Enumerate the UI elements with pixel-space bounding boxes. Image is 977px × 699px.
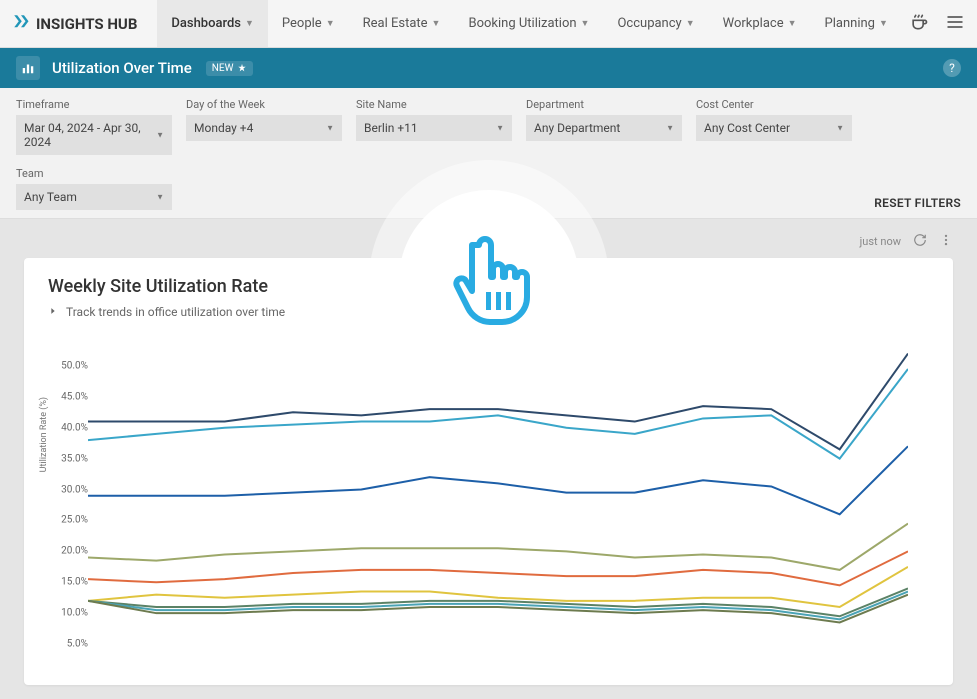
filter-label: Cost Center bbox=[696, 98, 852, 111]
chart-area: Utilization Rate (%) 50.0%45.0%40.0%35.0… bbox=[48, 335, 929, 675]
chevron-right-icon bbox=[48, 305, 58, 319]
y-tick: 15.0% bbox=[61, 577, 88, 588]
nav-item-occupancy[interactable]: Occupancy▼ bbox=[603, 0, 708, 47]
coffee-icon[interactable] bbox=[909, 12, 929, 36]
series-line[interactable] bbox=[88, 446, 908, 514]
top-nav: INSIGHTS HUB Dashboards▼People▼Real Esta… bbox=[0, 0, 977, 48]
filter-site-name: Site Name Berlin +11 bbox=[356, 98, 512, 155]
filter-label: Department bbox=[526, 98, 682, 111]
more-icon[interactable] bbox=[939, 233, 953, 250]
chart-title: Weekly Site Utilization Rate bbox=[48, 276, 929, 297]
filter-label: Site Name bbox=[356, 98, 512, 111]
filter-cost-center: Cost Center Any Cost Center bbox=[696, 98, 852, 155]
nav-item-dashboards[interactable]: Dashboards▼ bbox=[157, 0, 268, 47]
brand-name: INSIGHTS HUB bbox=[36, 15, 137, 33]
nav-item-real-estate[interactable]: Real Estate▼ bbox=[349, 0, 455, 47]
reset-filters-button[interactable]: RESET FILTERS bbox=[874, 196, 961, 210]
nav-items: Dashboards▼People▼Real Estate▼Booking Ut… bbox=[157, 0, 902, 47]
filter-select[interactable]: Mar 04, 2024 - Apr 30, 2024 bbox=[16, 115, 172, 155]
filter-label: Team bbox=[16, 167, 172, 180]
filter-team: Team Any Team bbox=[16, 167, 172, 210]
y-axis-label: Utilization Rate (%) bbox=[39, 397, 49, 472]
y-tick: 30.0% bbox=[61, 484, 88, 495]
chart-meta: just now bbox=[24, 233, 953, 250]
title-bar: Utilization Over Time NEW ? bbox=[0, 48, 977, 88]
help-icon[interactable]: ? bbox=[943, 59, 961, 77]
y-tick: 5.0% bbox=[67, 639, 88, 650]
nav-item-workplace[interactable]: Workplace▼ bbox=[709, 0, 811, 47]
updated-text: just now bbox=[860, 235, 901, 248]
filters-bar: Timeframe Mar 04, 2024 - Apr 30, 2024 Day … bbox=[0, 88, 977, 219]
nav-item-people[interactable]: People▼ bbox=[268, 0, 349, 47]
refresh-icon[interactable] bbox=[913, 233, 927, 250]
filter-select[interactable]: Any Team bbox=[16, 184, 172, 210]
filter-select[interactable]: Berlin +11 bbox=[356, 115, 512, 141]
filter-timeframe: Timeframe Mar 04, 2024 - Apr 30, 2024 bbox=[16, 98, 172, 155]
filter-day-of-the-week: Day of the Week Monday +4 bbox=[186, 98, 342, 155]
chart-card: Weekly Site Utilization Rate Track trend… bbox=[24, 258, 953, 685]
nav-right bbox=[909, 12, 965, 36]
y-tick: 40.0% bbox=[61, 422, 88, 433]
filter-select[interactable]: Any Department bbox=[526, 115, 682, 141]
y-tick: 20.0% bbox=[61, 546, 88, 557]
filter-select[interactable]: Any Cost Center bbox=[696, 115, 852, 141]
nav-item-planning[interactable]: Planning▼ bbox=[811, 0, 902, 47]
series-line[interactable] bbox=[88, 354, 908, 450]
page-title: Utilization Over Time bbox=[52, 59, 192, 77]
chart-bar-icon bbox=[16, 56, 40, 80]
new-badge: NEW bbox=[206, 61, 254, 76]
filter-department: Department Any Department bbox=[526, 98, 682, 155]
y-tick: 50.0% bbox=[61, 360, 88, 371]
menu-icon[interactable] bbox=[945, 12, 965, 36]
filter-label: Day of the Week bbox=[186, 98, 342, 111]
chart-subtitle-row[interactable]: Track trends in office utilization over … bbox=[48, 305, 929, 319]
brand-icon bbox=[12, 13, 30, 35]
series-line[interactable] bbox=[88, 369, 908, 459]
y-tick: 35.0% bbox=[61, 453, 88, 464]
line-chart[interactable] bbox=[88, 335, 908, 675]
chart-subtitle: Track trends in office utilization over … bbox=[66, 305, 285, 319]
filter-label: Timeframe bbox=[16, 98, 172, 111]
y-tick: 25.0% bbox=[61, 515, 88, 526]
series-line[interactable] bbox=[88, 524, 908, 570]
y-tick: 10.0% bbox=[61, 608, 88, 619]
brand: INSIGHTS HUB bbox=[12, 13, 137, 35]
filter-select[interactable]: Monday +4 bbox=[186, 115, 342, 141]
content-area: just now Weekly Site Utilization Rate Tr… bbox=[0, 219, 977, 699]
nav-item-booking-utilization[interactable]: Booking Utilization▼ bbox=[454, 0, 603, 47]
y-tick: 45.0% bbox=[61, 391, 88, 402]
